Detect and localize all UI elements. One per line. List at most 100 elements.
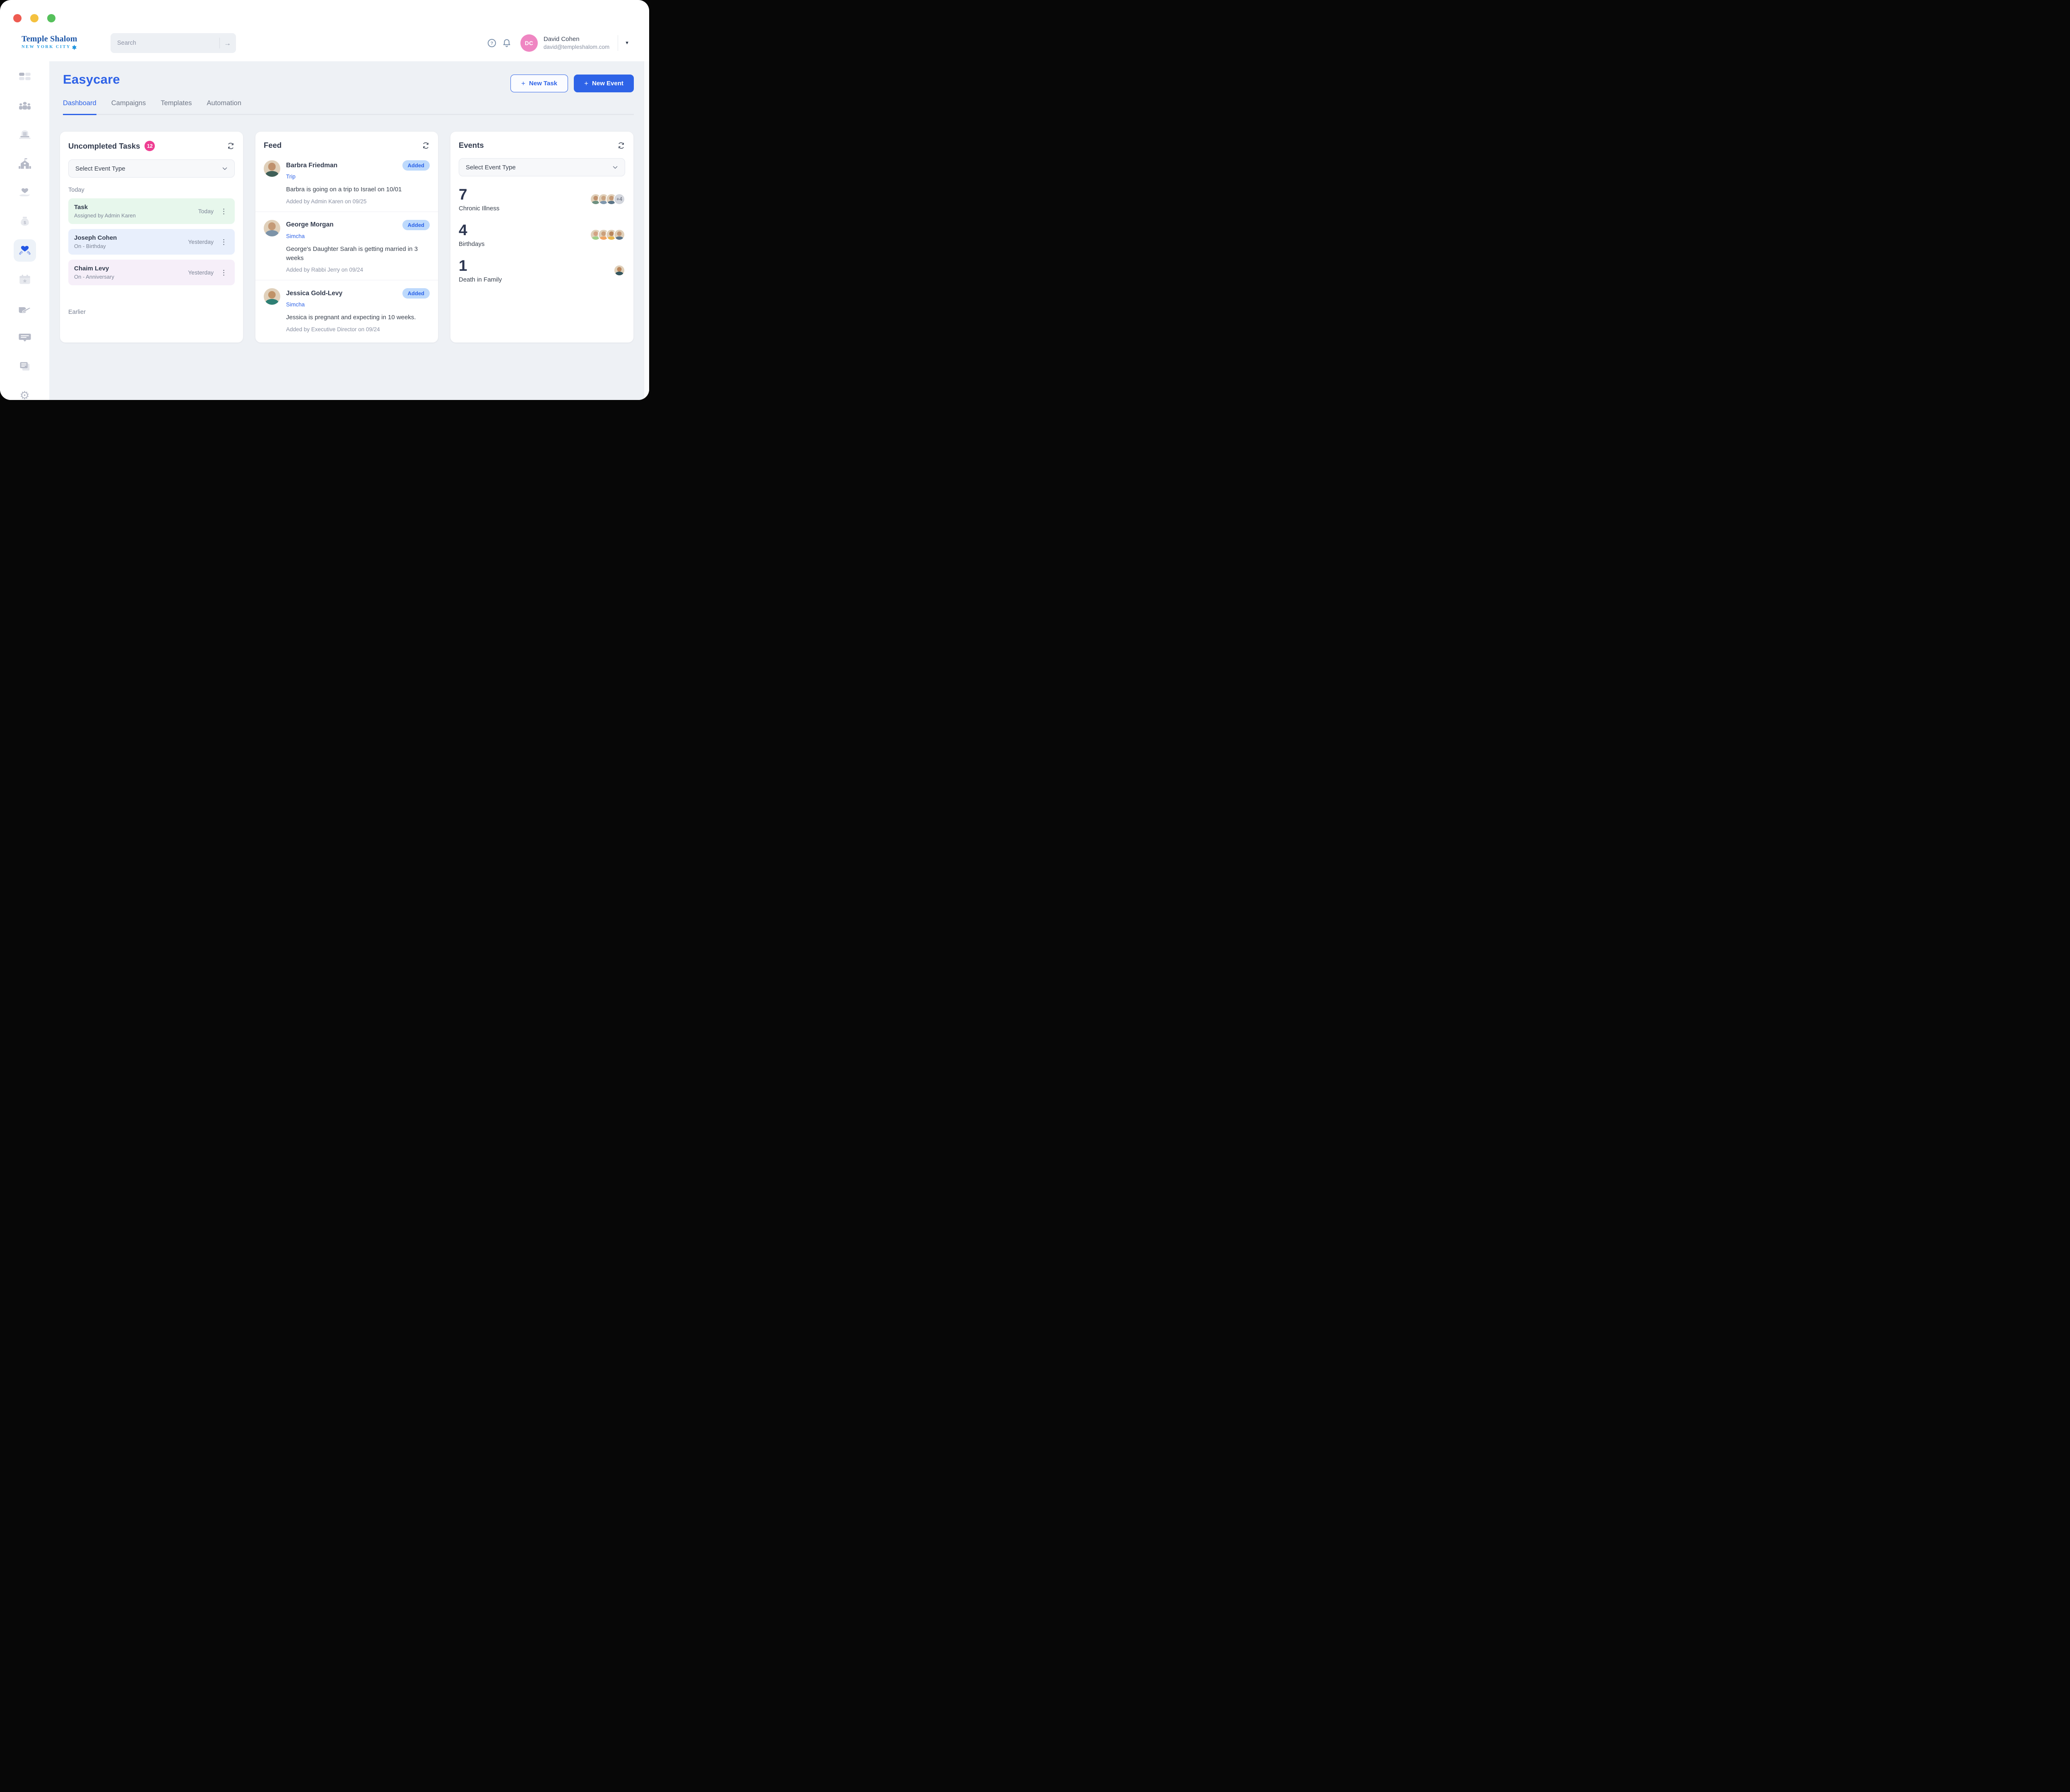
task-row[interactable]: Task Assigned by Admin Karen Today ⋮ (68, 198, 235, 224)
zoom-window-button[interactable] (47, 14, 55, 22)
search-divider (219, 38, 220, 48)
task-subtitle: On - Anniversary (74, 274, 188, 280)
tab-campaigns[interactable]: Campaigns (111, 99, 146, 115)
sidebar-item-care[interactable] (14, 181, 36, 204)
task-row[interactable]: Joseph Cohen On - Birthday Yesterday ⋮ (68, 229, 235, 255)
feed-person-name: Barbra Friedman (286, 162, 397, 169)
event-stat-birthdays[interactable]: 4 Birthdays (450, 222, 633, 248)
feed-text: Jessica is pregnant and expecting in 10 … (286, 313, 430, 322)
refresh-icon[interactable] (422, 142, 430, 149)
feed-item[interactable]: Jessica Gold-Levy Added Simcha Jessica i… (255, 280, 438, 340)
brand-title: Temple Shalom (22, 35, 77, 43)
sidebar-nav: $ (0, 61, 49, 400)
avatar (614, 229, 625, 241)
sidebar-item-donations[interactable]: $ (14, 210, 36, 233)
svg-text:?: ? (490, 41, 493, 46)
scrollbar-track[interactable] (644, 61, 649, 400)
bell-icon[interactable] (502, 39, 511, 48)
tab-templates[interactable]: Templates (161, 99, 192, 115)
sidebar-item-compose[interactable] (14, 297, 36, 320)
search-input[interactable] (116, 39, 215, 47)
events-event-type-select[interactable]: Select Event Type (459, 158, 625, 176)
minimize-window-button[interactable] (30, 14, 39, 22)
sidebar-item-easycare[interactable] (14, 239, 36, 262)
stat-label: Chronic Illness (459, 205, 590, 212)
gear-icon: ⚙ (19, 390, 29, 400)
stat-label: Birthdays (459, 241, 590, 248)
sidebar-item-calendar[interactable] (14, 268, 36, 291)
user-menu-caret-icon[interactable]: ▼ (625, 41, 629, 46)
sidebar-item-podium[interactable] (14, 123, 36, 146)
pen-icon (18, 303, 32, 314)
money-bag-icon: $ (18, 215, 31, 228)
synagogue-icon (18, 157, 31, 170)
sidebar-item-dashboard[interactable] (14, 65, 36, 88)
status-badge: Added (402, 220, 430, 230)
user-info: David Cohen david@templeshalom.com (544, 36, 609, 51)
user-email: david@templeshalom.com (544, 43, 609, 51)
sidebar-item-documents[interactable] (14, 355, 36, 378)
feed-meta: Added by Executive Director on 09/24 (286, 326, 430, 332)
task-row[interactable]: Chaim Levy On - Anniversary Yesterday ⋮ (68, 260, 235, 285)
sidebar-item-synagogue[interactable] (14, 152, 36, 175)
event-stat-death-in-family[interactable]: 1 Death in Family (450, 258, 633, 283)
close-window-button[interactable] (13, 14, 22, 22)
feed-person-name: George Morgan (286, 221, 397, 229)
refresh-icon[interactable] (617, 142, 625, 149)
feed-item[interactable]: George Morgan Added Simcha George's Daug… (255, 212, 438, 281)
avatar-group: +4 (590, 193, 625, 205)
tasks-event-type-select[interactable]: Select Event Type (68, 159, 235, 178)
feed-meta: Added by Rabbi Jerry on 09/24 (286, 267, 430, 273)
tasks-card-title: Uncompleted Tasks (68, 142, 140, 151)
kebab-menu-icon[interactable]: ⋮ (219, 238, 229, 246)
kebab-menu-icon[interactable]: ⋮ (219, 207, 229, 216)
tab-bar: Dashboard Campaigns Templates Automation (63, 99, 634, 115)
feed-item[interactable]: Barbra Friedman Added Trip Barbra is goi… (255, 152, 438, 212)
page-title: Easycare (63, 72, 120, 87)
stat-value: 4 (459, 222, 590, 238)
task-due: Yesterday (188, 238, 214, 245)
feed-card: Feed Barbra Friedman Added Trip Barbra i… (255, 131, 438, 343)
header-actions: ? DC David Cohen david@templeshalom.com … (487, 31, 629, 55)
refresh-icon[interactable] (227, 142, 235, 150)
avatar (264, 288, 280, 305)
task-subtitle: On - Birthday (74, 243, 188, 249)
avatar (264, 160, 280, 177)
calendar-star-icon (18, 274, 31, 285)
new-event-button[interactable]: + New Event (574, 75, 634, 92)
feed-category-link[interactable]: Trip (286, 173, 430, 180)
uncompleted-tasks-card: Uncompleted Tasks 12 Select Event Type T… (60, 131, 243, 343)
sidebar-item-members[interactable] (14, 94, 36, 117)
feed-category-link[interactable]: Simcha (286, 301, 430, 308)
chevron-down-icon (221, 165, 229, 172)
tasks-count-badge: 12 (144, 141, 155, 151)
screen: Temple Shalom NEW YORK CITY → ? (0, 0, 649, 400)
feed-text: George's Daughter Sarah is getting marri… (286, 245, 430, 263)
tab-automation[interactable]: Automation (207, 99, 241, 115)
plus-icon: + (521, 80, 525, 87)
svg-text:$: $ (24, 221, 26, 225)
avatar (264, 220, 280, 236)
sidebar-item-settings[interactable]: ⚙ (14, 384, 36, 400)
sidebar-item-messages[interactable] (14, 326, 36, 349)
documents-icon (18, 361, 31, 372)
events-card-title: Events (459, 141, 484, 150)
user-avatar[interactable]: DC (520, 34, 538, 52)
feed-category-link[interactable]: Simcha (286, 233, 430, 239)
brand-logo[interactable]: Temple Shalom NEW YORK CITY (22, 35, 77, 50)
plus-icon: + (584, 80, 588, 87)
event-stat-chronic-illness[interactable]: 7 Chronic Illness +4 (450, 187, 633, 212)
search-submit-icon[interactable]: → (224, 40, 231, 47)
chat-icon (18, 332, 31, 343)
tasks-group-earlier: Earlier (68, 309, 235, 316)
hands-heart-icon (18, 244, 32, 257)
chevron-down-icon (611, 164, 619, 171)
task-title: Chaim Levy (74, 265, 188, 272)
task-title: Joseph Cohen (74, 234, 188, 241)
new-task-button[interactable]: + New Task (510, 75, 568, 92)
window-controls (13, 14, 55, 22)
help-icon[interactable]: ? (487, 39, 496, 48)
kebab-menu-icon[interactable]: ⋮ (219, 268, 229, 277)
tab-dashboard[interactable]: Dashboard (63, 99, 96, 115)
heart-hand-icon (18, 187, 31, 198)
